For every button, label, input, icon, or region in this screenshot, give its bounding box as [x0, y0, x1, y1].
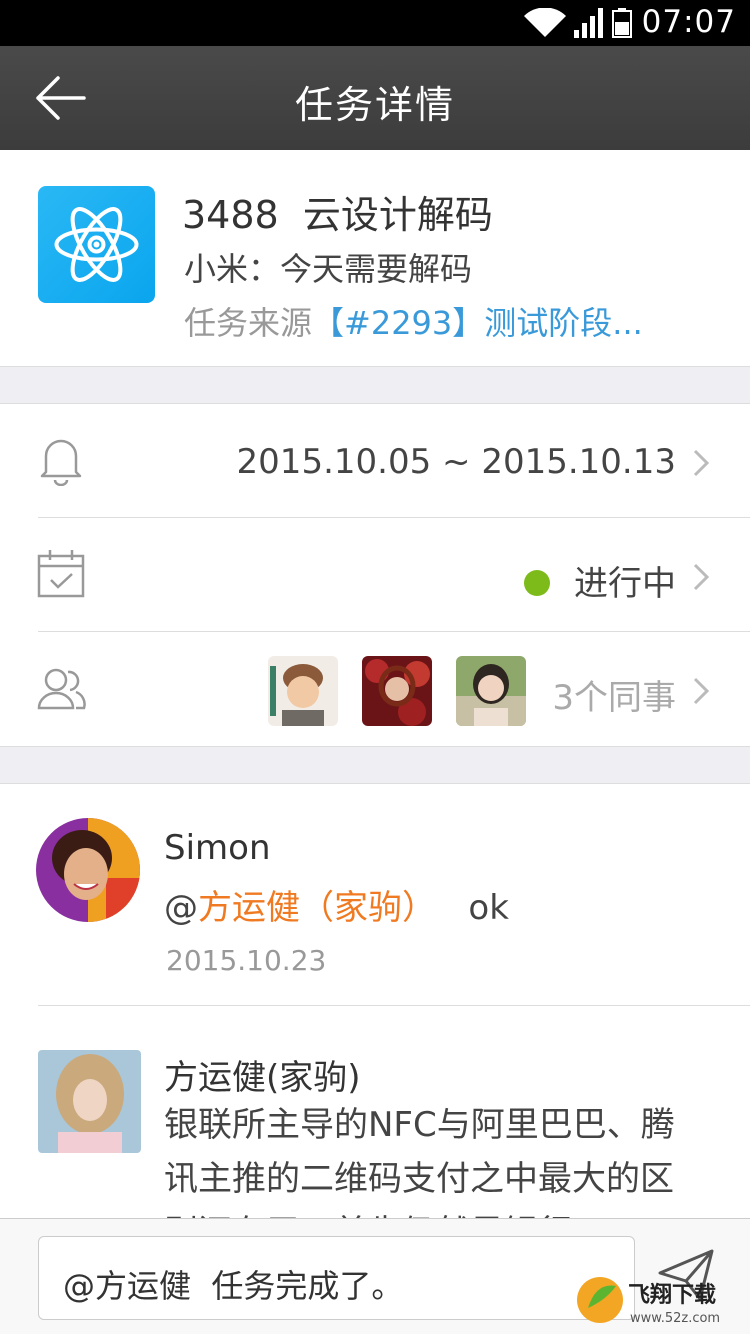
section-gap: [0, 366, 750, 404]
task-subtitle: 小米：今天需要解码: [184, 250, 473, 288]
colleague-avatar[interactable]: [456, 656, 526, 726]
clock: 07:07: [641, 4, 736, 40]
comment-author: Simon: [164, 828, 271, 868]
bell-icon: [40, 439, 82, 486]
chevron-right-icon: [693, 449, 710, 477]
task-title: 3488 云设计解码: [182, 193, 493, 237]
status-bar: 07:07: [0, 0, 750, 46]
comment-avatar[interactable]: [38, 1050, 141, 1153]
battery-icon: [612, 8, 632, 38]
comment-message: @方运健（家驹） ok: [164, 880, 509, 929]
status-dot: [524, 570, 550, 596]
comment-item: Simon @方运健（家驹） ok 2015.10.23: [0, 784, 750, 1006]
comment-body: 银联所主导的NFC与阿里巴巴、腾讯主推的二维码支付之中最大的区别还在于，首先仍然…: [164, 1105, 675, 1218]
wifi-icon: [524, 8, 566, 37]
status-text: 进行中: [574, 564, 676, 604]
colleagues-row[interactable]: 3个同事: [0, 632, 750, 746]
comment-author: 方运健(家驹): [164, 1058, 361, 1098]
comment-at-sign: @: [164, 888, 198, 928]
comment-text: ok: [436, 888, 509, 928]
comment-item: 方运健(家驹) 银联所主导的NFC与阿里巴巴、腾讯主推的二维码支付之中最大的区别…: [0, 1006, 750, 1218]
watermark-brand: 飞翔下载: [628, 1282, 716, 1308]
watermark-url: www.52z.com: [630, 1311, 720, 1326]
page-title: 任务详情: [294, 83, 455, 127]
atom-app-icon: [38, 186, 155, 303]
comment-avatar[interactable]: [36, 818, 140, 922]
comment-mention[interactable]: 方运健（家驹）: [198, 888, 436, 928]
calendar-check-icon: [37, 550, 85, 598]
comment-date: 2015.10.23: [166, 944, 327, 977]
date-range: 2015.10.05 ~ 2015.10.13: [236, 442, 676, 482]
colleague-avatar[interactable]: [268, 656, 338, 726]
status-icons: [524, 8, 632, 38]
task-header: 3488 云设计解码 小米：今天需要解码 任务来源【#2293】测试阶段...: [0, 150, 750, 366]
date-row[interactable]: 2015.10.05 ~ 2015.10.13: [0, 404, 750, 518]
section-gap: [0, 746, 750, 784]
signal-icon: [574, 8, 603, 38]
nav-bar: 任务详情: [0, 46, 750, 150]
chevron-right-icon: [693, 563, 710, 591]
comment-input[interactable]: @方运健 任务完成了。: [38, 1236, 635, 1320]
status-row[interactable]: 进行中: [0, 518, 750, 632]
users-icon: [37, 668, 86, 710]
task-source-label: 任务来源: [184, 304, 313, 342]
site-watermark: 飞翔下载 www.52z.com: [576, 1272, 750, 1330]
task-source-link[interactable]: 【#2293】测试阶段...: [312, 304, 643, 342]
colleague-avatar[interactable]: [362, 656, 432, 726]
chevron-right-icon: [693, 677, 710, 705]
task-source: 任务来源【#2293】测试阶段...: [184, 298, 643, 344]
colleagues-count: 3个同事: [552, 678, 676, 718]
